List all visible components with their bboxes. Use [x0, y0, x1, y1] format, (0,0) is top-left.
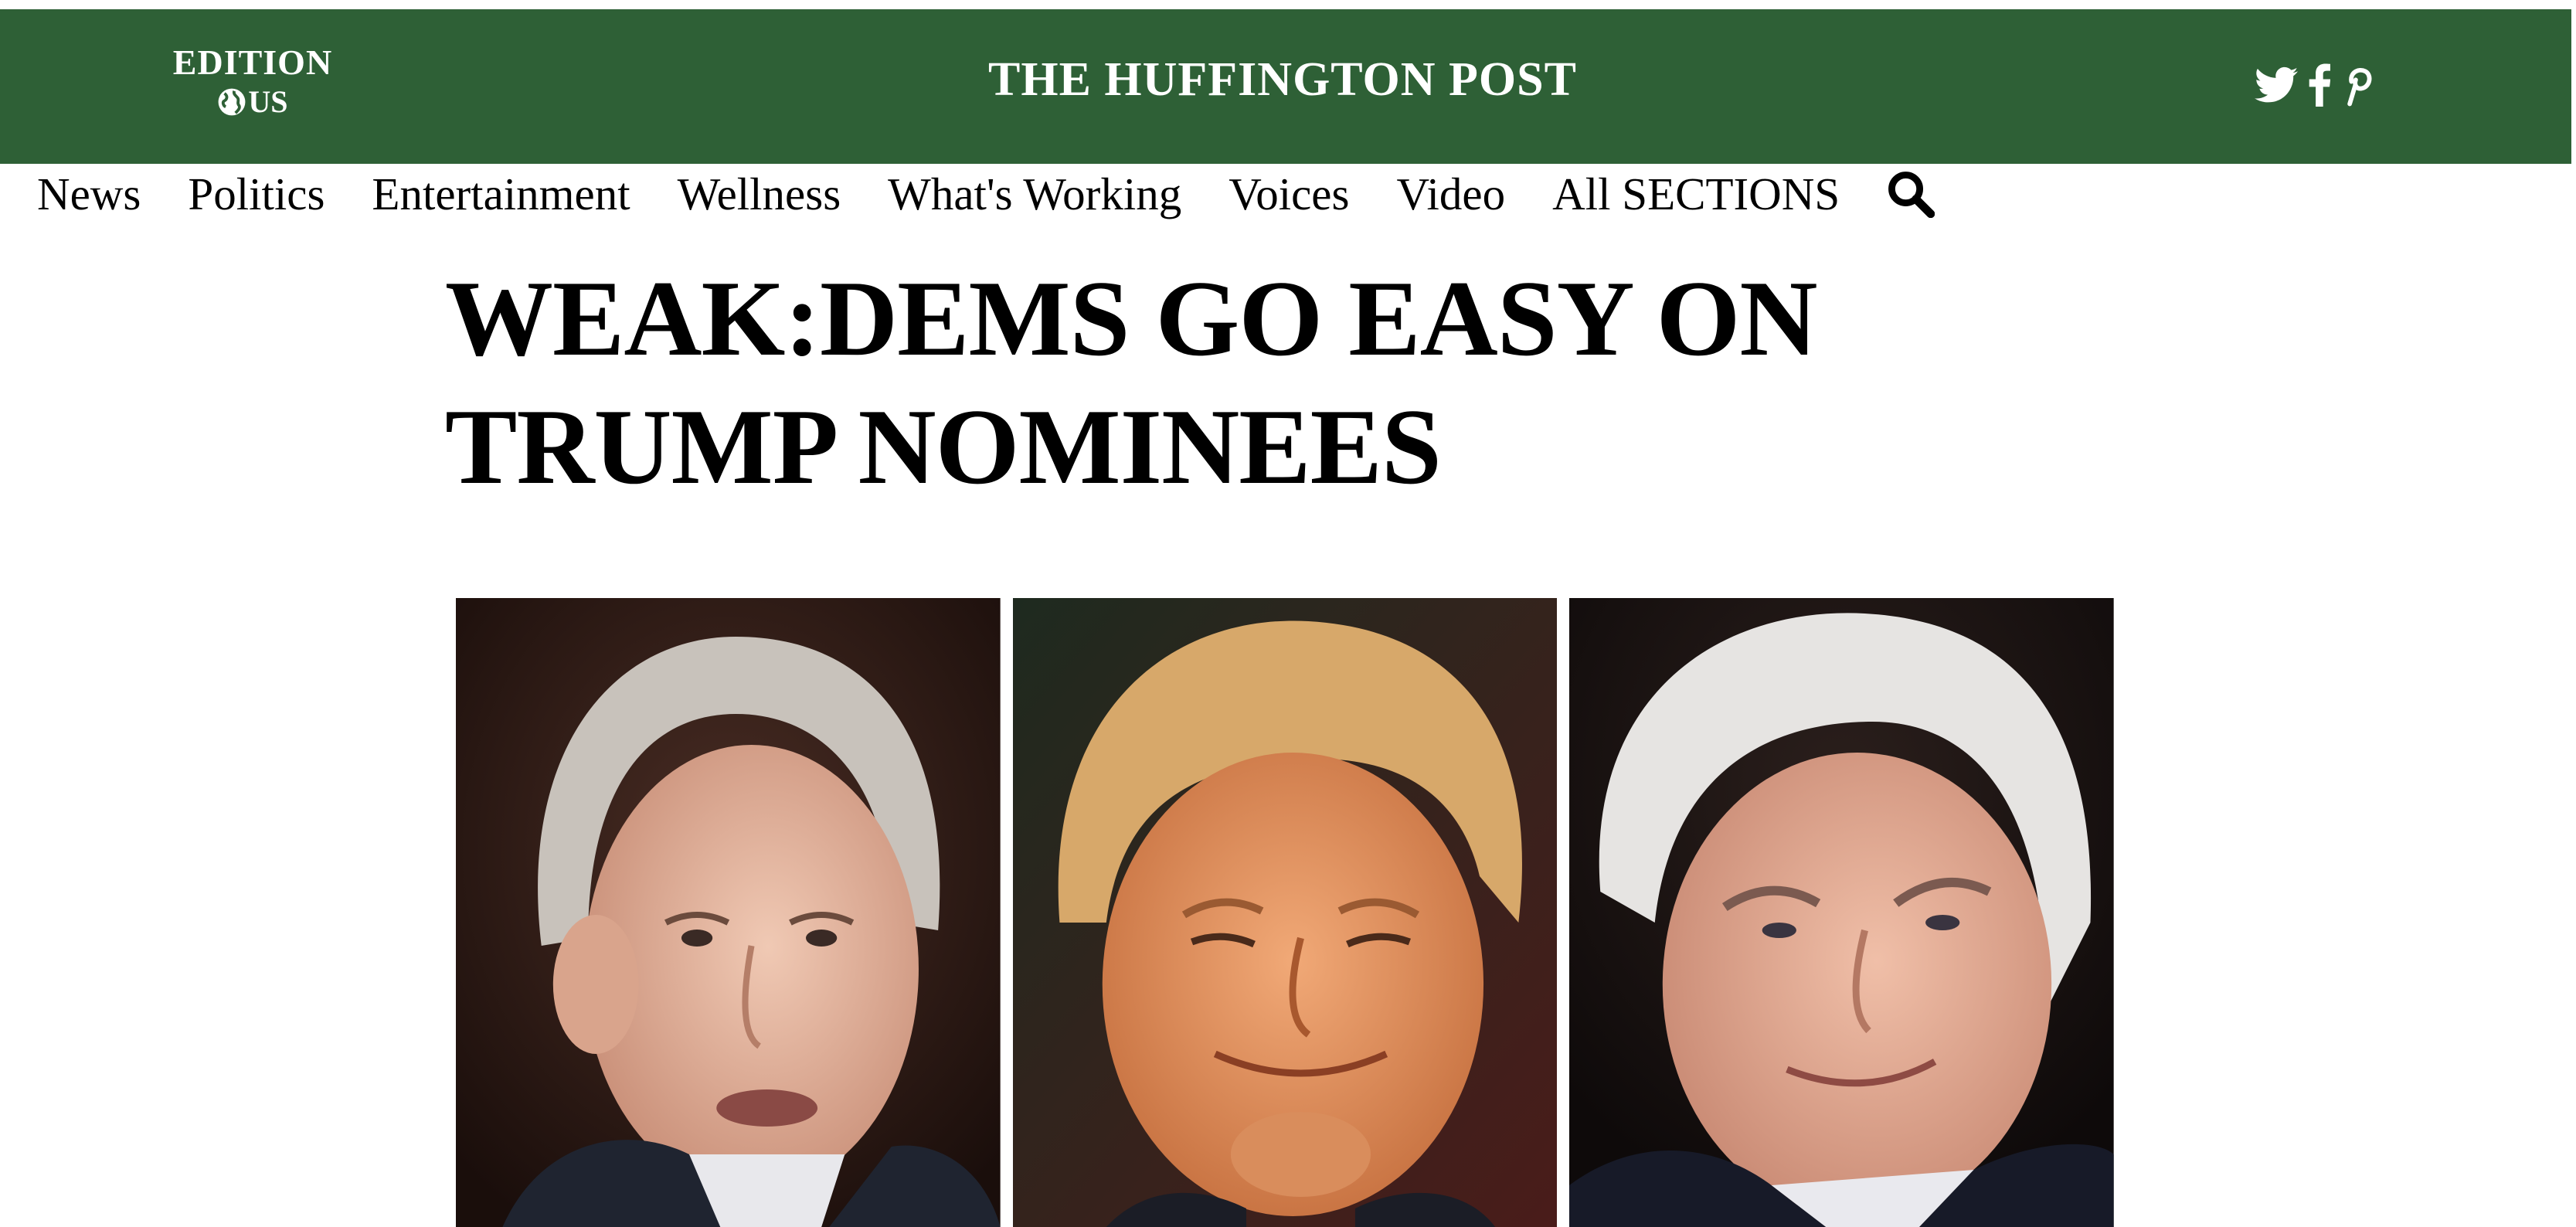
facebook-icon[interactable]	[2309, 63, 2330, 107]
article-headline[interactable]: WEAK:DEMS GO EASY ON TRUMP NOMINEES	[445, 255, 1913, 512]
nav-item-politics[interactable]: Politics	[188, 168, 325, 221]
edition-region-label: US	[248, 84, 288, 119]
nav-item-news[interactable]: News	[37, 168, 141, 221]
edition-label: EDITION	[172, 42, 333, 82]
twitter-icon[interactable]	[2255, 63, 2298, 107]
site-logo-title[interactable]: THE HUFFINGTON POST	[927, 53, 1638, 107]
edition-selector[interactable]: EDITION US	[172, 45, 334, 120]
photo-portrait-center	[1012, 598, 1558, 1227]
top-header-bar: EDITION US THE HUFFINGTON POST	[0, 9, 2571, 164]
photo-portrait-right	[1569, 598, 2115, 1227]
nav-item-all-sections[interactable]: All SECTIONS	[1552, 168, 1840, 221]
nav-item-voices[interactable]: Voices	[1229, 168, 1349, 221]
nav-item-entertainment[interactable]: Entertainment	[372, 168, 630, 221]
edition-region: US	[217, 84, 288, 119]
article-photo-strip[interactable]	[456, 598, 2115, 1227]
page: EDITION US THE HUFFINGTON POST News Poli…	[0, 0, 2576, 1227]
pinterest-icon[interactable]	[2341, 63, 2372, 107]
nav-item-whats-working[interactable]: What's Working	[888, 168, 1181, 221]
section-nav: News Politics Entertainment Wellness Wha…	[37, 164, 1935, 224]
globe-icon	[219, 88, 246, 116]
search-icon[interactable]	[1887, 170, 1935, 218]
nav-item-video[interactable]: Video	[1396, 168, 1505, 221]
social-links	[2255, 63, 2372, 107]
nav-item-wellness[interactable]: Wellness	[678, 168, 841, 221]
photo-portrait-left	[456, 598, 1001, 1227]
